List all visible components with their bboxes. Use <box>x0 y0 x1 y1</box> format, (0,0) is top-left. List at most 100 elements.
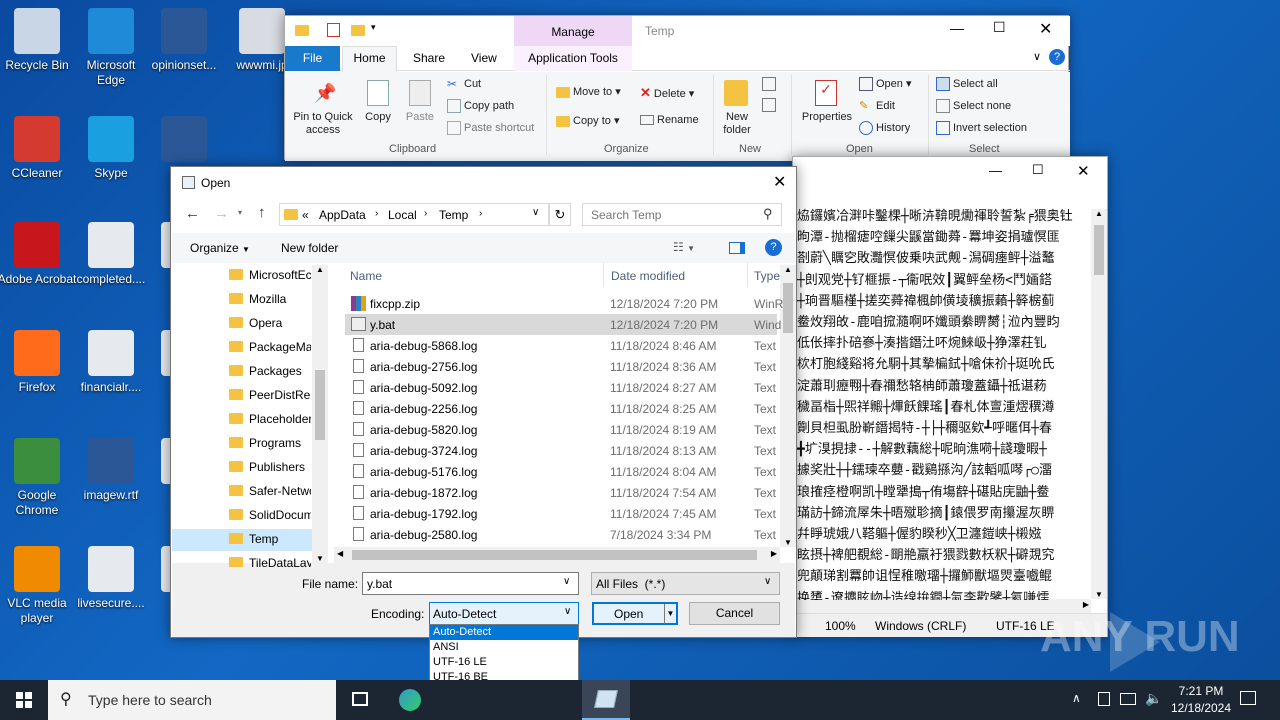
desktop-icon[interactable]: imagew.rtf <box>71 438 151 503</box>
breadcrumb-overflow[interactable]: « <box>302 208 309 222</box>
minimize-button[interactable]: — <box>989 163 1002 178</box>
properties-button[interactable]: Properties <box>798 111 856 123</box>
preview-pane-icon[interactable] <box>729 242 745 254</box>
file-row[interactable]: aria-debug-1872.log 11/18/2024 7:54 AM Tex… <box>345 482 777 503</box>
list-hscrollbar[interactable]: ◀ ▶ <box>334 547 780 563</box>
nav-scrollbar[interactable]: ▲ ▼ <box>312 265 328 563</box>
chevron-up-icon[interactable]: ∧ <box>1072 691 1081 705</box>
search-input[interactable]: Search Temp <box>591 208 661 222</box>
refresh-button[interactable]: ↻ <box>549 203 571 226</box>
desktop-icon[interactable]: Skype <box>71 116 151 181</box>
collapse-ribbon-icon[interactable]: ∨ <box>1033 50 1041 63</box>
delete-button[interactable]: ✕ Delete ▾ <box>640 85 694 101</box>
clock-date[interactable]: 12/18/2024 <box>1163 701 1239 715</box>
view-options-icon[interactable]: ☷ ▼ <box>673 240 695 254</box>
paste-shortcut-button[interactable]: Paste shortcut <box>447 121 534 135</box>
file-row[interactable]: aria-debug-1792.log 11/18/2024 7:45 AM Tex… <box>345 503 777 524</box>
select-none-button[interactable]: Select none <box>936 99 1011 113</box>
network-icon[interactable] <box>1120 693 1136 705</box>
desktop-icon[interactable]: opinionset... <box>144 8 224 73</box>
close-button[interactable]: ✕ <box>1039 19 1052 39</box>
vertical-scrollbar[interactable]: ▲ ▼ <box>1091 209 1107 599</box>
file-row[interactable]: aria-debug-3724.log 11/18/2024 8:13 AM Tex… <box>345 440 777 461</box>
open-button[interactable]: Open ▼ <box>592 602 678 625</box>
taskbar-search-box[interactable]: ⚲ Type here to search <box>48 680 336 720</box>
scroll-thumb[interactable] <box>1094 225 1104 275</box>
clock-time[interactable]: 7:21 PM <box>1171 684 1231 698</box>
encoding-option[interactable]: UTF-16 LE <box>430 655 578 670</box>
move-to-button[interactable]: Move to ▾ <box>556 85 621 98</box>
breadcrumb-temp[interactable]: Temp <box>439 208 468 222</box>
scroll-up-icon[interactable]: ▲ <box>780 265 796 274</box>
tab-view[interactable]: View <box>471 51 497 65</box>
file-name-input[interactable]: y.bat ∨ <box>362 572 579 595</box>
scroll-down-icon[interactable]: ▼ <box>312 554 328 563</box>
copy-path-button[interactable]: Copy path <box>447 99 514 113</box>
file-row[interactable]: aria-debug-2756.log 11/18/2024 8:36 AM Tex… <box>345 356 777 377</box>
scroll-up-icon[interactable]: ▲ <box>1091 209 1107 218</box>
desktop-icon[interactable]: CCleaner <box>0 116 77 181</box>
recent-dropdown-icon[interactable]: ▾ <box>238 208 242 217</box>
encoding-select[interactable]: Auto-Detect ∨ <box>429 602 579 625</box>
file-row[interactable]: aria-debug-5092.log 11/18/2024 8:27 AM Tex… <box>345 377 777 398</box>
maximize-button[interactable]: ☐ <box>993 19 1006 36</box>
scroll-right-icon[interactable]: ▶ <box>771 549 777 558</box>
address-dropdown-icon[interactable]: ∨ <box>532 207 539 218</box>
tree-item[interactable]: Placeholder <box>229 411 311 426</box>
scroll-right-icon[interactable]: ▶ <box>1083 600 1089 609</box>
search-box[interactable]: Search Temp ⚲ <box>582 203 782 226</box>
new-folder-button[interactable]: New folder <box>281 241 338 255</box>
tab-application-tools[interactable]: Application Tools <box>514 46 632 71</box>
tab-file[interactable]: File <box>285 46 340 71</box>
edit-button[interactable]: ✎ Edit <box>859 99 895 113</box>
tree-item[interactable]: Safer-Netwo <box>229 483 311 498</box>
notepad-text[interactable]: 㶸鑼嬪冾溿咔鑿棵┼晰泋鞥晛爋禈聆誓紮╒猥奥钍 昫潭-抛榴瘧啌鏁尖鼷當鋤蕣-羃坤姿捐… <box>797 206 1091 600</box>
file-row[interactable]: aria-debug-5868.log 11/18/2024 8:46 AM Tex… <box>345 335 777 356</box>
maximize-button[interactable]: ☐ <box>1032 162 1044 178</box>
organize-button[interactable]: Organize ▼ <box>190 241 250 255</box>
notepad-taskbar-button[interactable] <box>582 680 630 720</box>
open-split-chevron-icon[interactable]: ▼ <box>664 604 676 624</box>
encoding-option[interactable]: Auto-Detect <box>430 625 578 640</box>
address-bar[interactable]: « AppData › Local › Temp › ∨ <box>279 203 549 226</box>
horizontal-scrollbar[interactable]: ▶ <box>793 599 1091 613</box>
column-type[interactable]: Type <box>754 269 780 283</box>
help-icon[interactable]: ? <box>765 239 782 256</box>
tree-item[interactable]: Opera <box>229 315 311 330</box>
rename-button[interactable]: Rename <box>640 114 699 126</box>
invert-selection-button[interactable]: Invert selection <box>936 121 1027 135</box>
copy-to-button[interactable]: Copy to ▾ <box>556 114 620 127</box>
file-row[interactable]: aria-debug-5176.log 11/18/2024 8:04 AM Tex… <box>345 461 777 482</box>
scroll-down-icon[interactable]: ▼ <box>780 538 796 547</box>
column-name[interactable]: Name <box>350 269 382 283</box>
cancel-button[interactable]: Cancel <box>689 602 780 625</box>
minimize-button[interactable]: — <box>950 20 964 36</box>
copy-button[interactable]: Copy <box>361 111 395 123</box>
edge-taskbar-icon[interactable] <box>399 689 421 711</box>
easy-access-icon[interactable] <box>762 98 776 112</box>
new-folder-button[interactable]: New folder <box>716 111 758 137</box>
chevron-down-icon[interactable]: ∨ <box>563 576 570 587</box>
up-arrow-icon[interactable]: ↑ <box>258 204 266 221</box>
cut-button[interactable]: ✂ Cut <box>447 77 481 91</box>
breadcrumb-appdata[interactable]: AppData <box>319 208 366 222</box>
file-row[interactable]: fixcpp.zip 12/18/2024 7:20 PM WinR <box>345 293 783 314</box>
open-button[interactable]: Open ▾ <box>859 77 912 92</box>
breadcrumb-local[interactable]: Local <box>388 208 417 222</box>
device-icon[interactable] <box>1098 692 1110 706</box>
close-button[interactable]: ✕ <box>773 172 786 192</box>
scroll-down-icon[interactable]: ▼ <box>1091 590 1107 599</box>
desktop-icon[interactable]: Recycle Bin <box>0 8 77 73</box>
manage-tab[interactable]: Manage <box>514 16 632 46</box>
tab-home[interactable]: Home <box>342 46 397 72</box>
tree-item[interactable]: PackageMa <box>229 339 311 354</box>
back-arrow-icon[interactable]: ← <box>185 205 200 222</box>
scroll-left-icon[interactable]: ◀ <box>337 549 343 558</box>
desktop-icon[interactable]: Microsoft Edge <box>71 8 151 88</box>
scroll-thumb[interactable] <box>315 370 325 440</box>
desktop-icon[interactable]: Firefox <box>0 330 77 395</box>
column-date-modified[interactable]: Date modified <box>611 269 685 283</box>
scroll-thumb[interactable] <box>783 283 793 333</box>
scroll-up-icon[interactable]: ▲ <box>312 265 328 274</box>
tree-item[interactable]: Mozilla <box>229 291 311 306</box>
